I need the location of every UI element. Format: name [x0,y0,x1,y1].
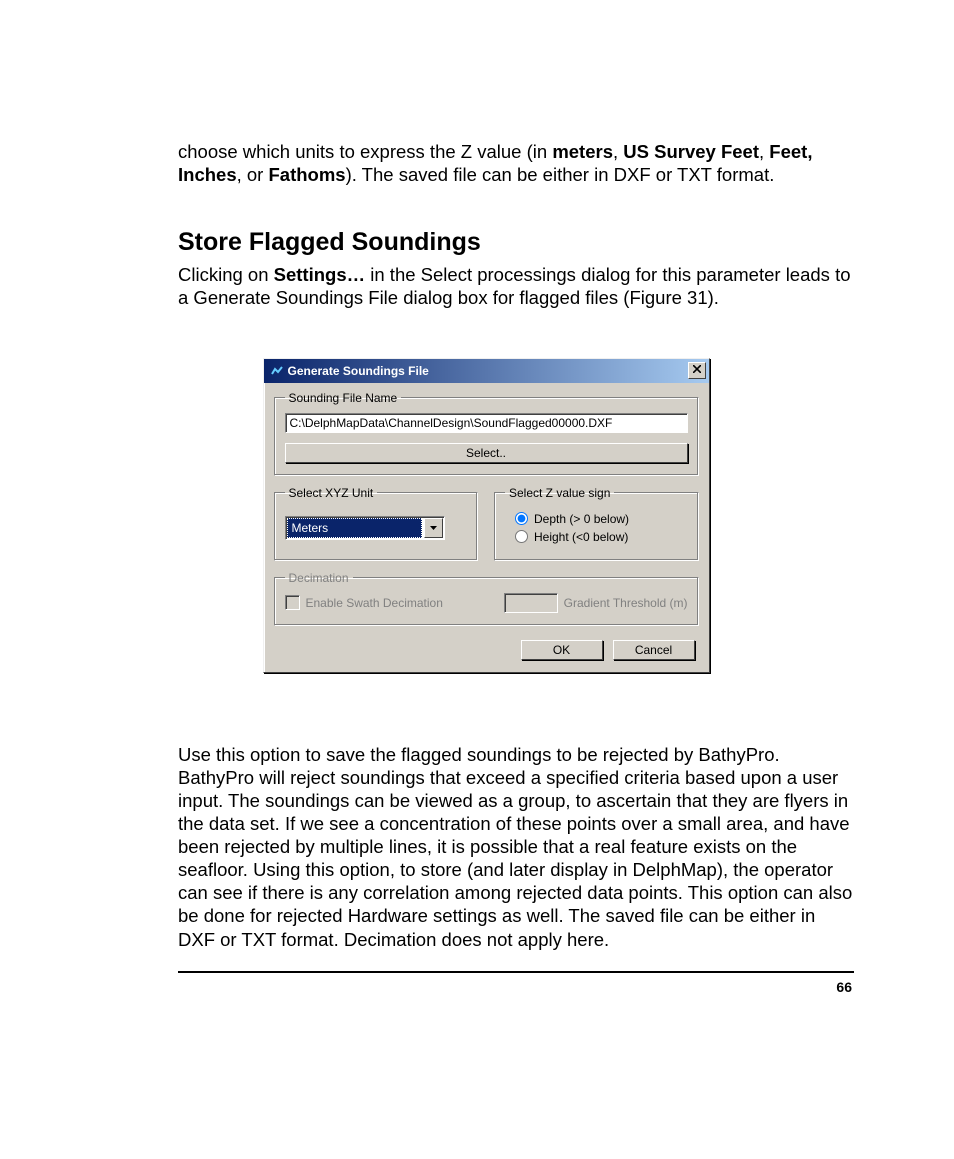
page-number: 66 [178,979,854,995]
group-label: Select XYZ Unit [285,486,378,500]
unit-fathoms: Fathoms [268,164,345,185]
ok-button[interactable]: OK [521,640,603,660]
description-paragraph: Use this option to save the flagged soun… [178,743,854,951]
close-button[interactable] [688,362,706,379]
enable-swath-decimation-label: Enable Swath Decimation [306,596,443,610]
radio-height-label: Height (<0 below) [534,530,628,544]
group-label: Sounding File Name [285,391,402,405]
app-icon [270,364,284,378]
radio-height[interactable] [515,530,528,543]
cancel-button[interactable]: Cancel [613,640,695,660]
enable-swath-decimation-checkbox [285,595,300,610]
group-label: Select Z value sign [505,486,614,500]
text: , or [237,164,269,185]
text: , [613,141,623,162]
generate-soundings-dialog: Generate Soundings File Sounding File Na… [263,358,710,673]
decimation-group: Decimation Enable Swath Decimation Gradi… [274,571,699,626]
sounding-file-name-group: Sounding File Name Select.. [274,391,699,476]
unit-us-survey-feet: US Survey Feet [623,141,759,162]
text: choose which units to express the Z valu… [178,141,552,162]
text: , [759,141,769,162]
file-path-input[interactable] [285,413,688,433]
group-label: Decimation [285,571,353,585]
dialog-title: Generate Soundings File [288,364,688,378]
radio-depth-label: Depth (> 0 below) [534,512,629,526]
select-file-button[interactable]: Select.. [285,443,688,463]
unit-meters: meters [552,141,613,162]
paragraph-settings: Clicking on Settings… in the Select proc… [178,263,854,309]
settings-bold: Settings… [274,264,365,285]
close-icon [693,365,701,376]
footer-rule [178,971,854,973]
combobox-value: Meters [287,518,422,538]
radio-depth[interactable] [515,512,528,525]
select-z-sign-group: Select Z value sign Depth (> 0 below) He… [494,486,699,561]
gradient-threshold-label: Gradient Threshold (m) [564,596,688,610]
gradient-threshold-input [504,593,558,613]
select-xyz-unit-group: Select XYZ Unit Meters [274,486,479,561]
xyz-unit-combobox[interactable]: Meters [285,516,445,540]
text: Clicking on [178,264,274,285]
text: ). The saved file can be either in DXF o… [346,164,775,185]
chevron-down-icon[interactable] [424,518,443,538]
dialog-titlebar: Generate Soundings File [264,359,709,383]
intro-paragraph: choose which units to express the Z valu… [178,140,854,186]
section-heading: Store Flagged Soundings [178,228,854,257]
